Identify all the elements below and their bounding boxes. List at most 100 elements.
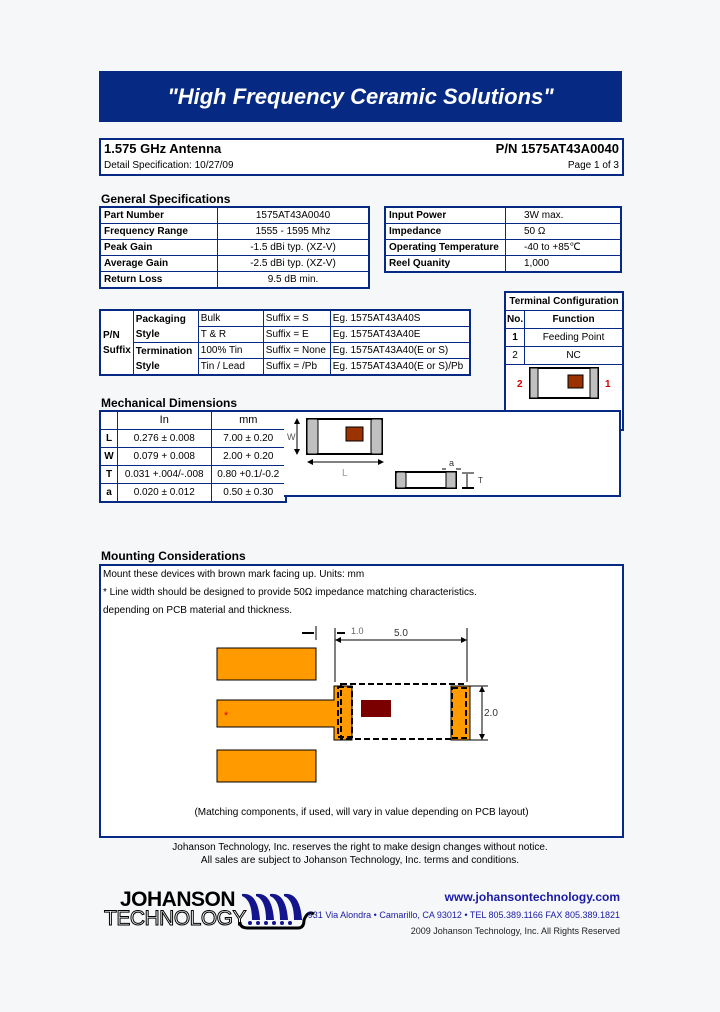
suffix-group-name: Termination Style (132, 342, 199, 376)
terminal-config-table: Terminal Configuration No. Function 1 Feed… (506, 293, 622, 365)
dim-mm: 2.00 + 0.20 (210, 447, 287, 466)
arrow-icon (294, 418, 300, 424)
table-row: Return Loss 9.5 dB min. (99, 271, 370, 289)
table-row: Reel Quanity 1,000 (384, 255, 622, 273)
table-row: Frequency Range 1555 - 1595 Mhz (99, 223, 370, 240)
column-header: mm (210, 410, 287, 430)
chip-outline (340, 683, 464, 740)
table-row: P/N Suffix Packaging Style Bulk Suffix =… (99, 309, 471, 376)
website-link[interactable]: www.johansontechnology.com (445, 890, 620, 904)
dim-inch: 0.031 +.004/-.008 (117, 465, 212, 484)
dim-inch: 0.020 ± 0.012 (117, 483, 212, 503)
dim-label: W (99, 447, 118, 466)
spec-value: -40 to +85℃ (505, 239, 622, 256)
table-row: Part Number 1575AT43A0040 (99, 206, 370, 224)
spec-label: Frequency Range (99, 223, 218, 240)
suffix-example: Eg. 1575AT43A40(E or S)/Pb (329, 358, 471, 376)
dim-label: T (99, 465, 118, 484)
t-label: T (478, 476, 483, 485)
table-row: T 0.031 +.004/-.008 0.80 +0.1/-0.2 (99, 465, 287, 484)
dim-mm: 0.50 ± 0.30 (210, 483, 287, 503)
suffix-header: P/N Suffix (99, 309, 134, 376)
column-header: In (117, 410, 212, 430)
table-row: 2 NC (506, 346, 622, 365)
arrow-icon (378, 459, 384, 465)
chip-terminal (370, 418, 383, 455)
terminal-no: 1 (506, 328, 526, 347)
terminal-config-title: Terminal Configuration (506, 293, 622, 311)
spec-label: Average Gain (99, 255, 218, 272)
general-specs-table-right: Input Power 3W max. Impedance 50 Ω Operati… (384, 206, 622, 273)
table-row: 1 Feeding Point (506, 328, 622, 347)
spec-label: Operating Temperature (384, 239, 506, 256)
document-header: 1.575 GHz Antenna P/N 1575AT43A0040 Deta… (99, 138, 624, 176)
table-row: W 0.079 + 0.008 2.00 + 0.20 (99, 447, 287, 466)
column-header: Function (524, 310, 622, 329)
spec-label: Reel Quanity (384, 255, 506, 273)
chip-terminal-1 (589, 367, 599, 399)
brown-mark (345, 426, 364, 442)
company-address: 931 Via Alondra • Camarillo, CA 93012 • … (307, 910, 620, 920)
suffix-option: T & R (197, 326, 264, 343)
spec-label: Peak Gain (99, 239, 218, 256)
spec-value: -1.5 dBi typ. (XZ-V) (217, 239, 370, 256)
mounting-panel: Mount these devices with brown mark faci… (99, 564, 624, 838)
spec-label: Return Loss (99, 271, 218, 289)
table-row: Input Power 3W max. (384, 206, 622, 224)
suffix-example: Eg. 1575AT43A40E (329, 326, 471, 343)
banner-title: "High Frequency Ceramic Solutions" (167, 83, 554, 109)
table-row: Average Gain -2.5 dBi typ. (XZ-V) (99, 255, 370, 272)
l-label: L (342, 468, 348, 479)
page-indicator: Page 1 of 3 (567, 160, 619, 171)
part-number: P/N 1575AT43A0040 (495, 141, 619, 156)
chip-terminal-2 (529, 367, 539, 399)
spec-value: 1,000 (505, 255, 622, 273)
chip-body (529, 367, 599, 399)
dim-mm: 7.00 ± 0.20 (210, 429, 287, 448)
terminal-function: NC (524, 346, 622, 365)
nc-pad (450, 685, 471, 741)
ground-pad-top (216, 647, 317, 681)
suffix-group-name: Packaging Style (132, 309, 199, 343)
spec-label: Input Power (384, 206, 506, 224)
w-label: W (287, 432, 296, 442)
mechanical-drawing-panel: W L a T (284, 410, 621, 497)
table-row: Operating Temperature -40 to +85℃ (384, 239, 622, 256)
spec-label: Part Number (99, 206, 218, 224)
terminal-label-1: 1 (605, 379, 611, 390)
suffix-code: Suffix = None (262, 342, 331, 359)
width-label: 2.0 (484, 708, 498, 719)
brown-mark (567, 374, 584, 389)
table-row: L 0.276 ± 0.008 7.00 ± 0.20 (99, 429, 287, 448)
chip-terminal (306, 418, 319, 455)
mechanical-drawing: W L a T (287, 418, 483, 489)
length-label: 5.0 (394, 628, 408, 639)
disclaimer-line-2: All sales are subject to Johanson Techno… (200, 855, 520, 866)
spec-value: 3W max. (505, 206, 622, 224)
mechanical-dims-table: In mm L 0.276 ± 0.008 7.00 ± 0.20 W 0.079 + … (99, 410, 287, 503)
terminal-no: 2 (506, 346, 526, 365)
dim-inch: 0.079 + 0.008 (117, 447, 212, 466)
terminal-function: Feeding Point (524, 328, 622, 347)
title-banner: "High Frequency Ceramic Solutions" (99, 71, 622, 122)
dim-mm: 0.80 +0.1/-0.2 (210, 465, 287, 484)
spec-value: 1575AT43A0040 (217, 206, 370, 224)
dim-label: L (99, 429, 118, 448)
spec-value: 50 Ω (505, 223, 622, 240)
spec-value: 9.5 dB min. (217, 271, 370, 289)
suffix-code: Suffix = S (262, 309, 331, 327)
column-header: No. (506, 310, 526, 329)
pcb-footprint-diagram: * 5.0 1.0 2.0 (216, 626, 498, 783)
mounting-title: Mounting Considerations (101, 549, 246, 563)
feed-marker: * (224, 710, 229, 722)
terminal-label-2: 2 (517, 379, 523, 390)
mechanical-dims-title: Mechanical Dimensions (101, 396, 238, 410)
product-title: 1.575 GHz Antenna (104, 141, 222, 156)
suffix-code: Suffix = E (262, 326, 331, 343)
dim-label: a (99, 483, 118, 503)
general-specs-title: General Specifications (101, 192, 231, 206)
suffix-code: Suffix = /Pb (262, 358, 331, 376)
matching-note: (Matching components, if used, will vary… (194, 807, 529, 818)
chip-terminal (395, 471, 407, 489)
suffix-example: Eg. 1575AT43A40(E or S) (329, 342, 471, 359)
